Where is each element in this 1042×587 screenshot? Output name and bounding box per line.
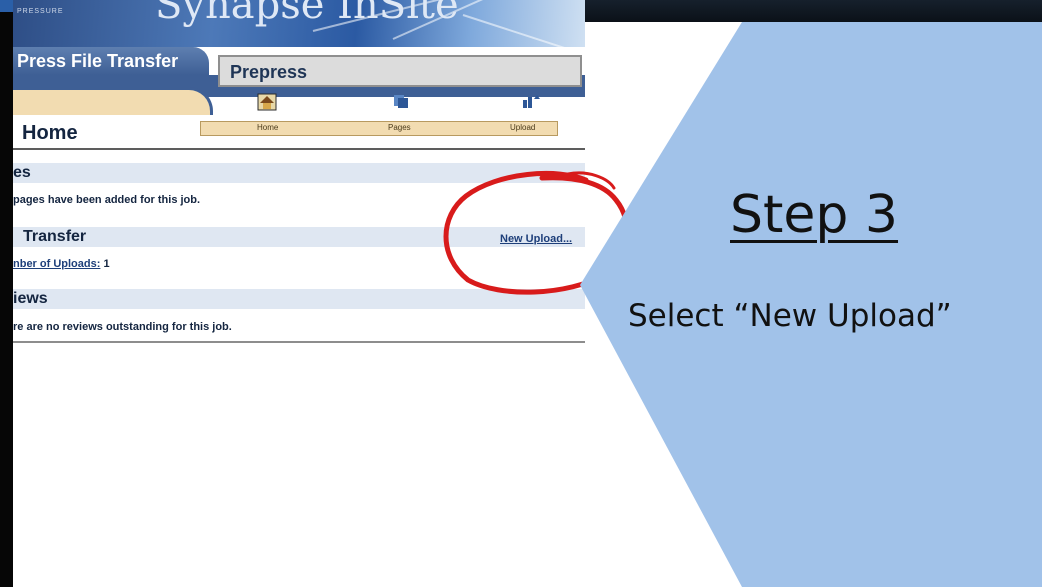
instruction-chevron: [580, 22, 1042, 587]
step-title: Step 3: [730, 185, 899, 245]
step-instruction: Select “New Upload”: [628, 298, 952, 334]
